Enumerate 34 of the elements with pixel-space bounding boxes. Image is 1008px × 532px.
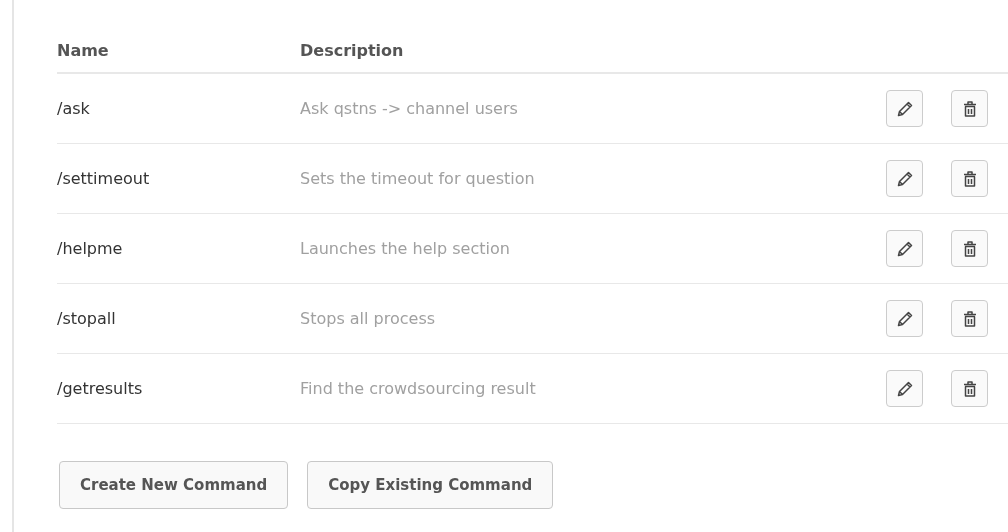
edit-button[interactable] <box>886 300 923 337</box>
edit-button[interactable] <box>886 90 923 127</box>
command-description: Launches the help section <box>300 239 511 258</box>
delete-button[interactable] <box>951 300 988 337</box>
edit-button[interactable] <box>886 370 923 407</box>
command-name: /getresults <box>57 379 144 398</box>
column-header: Name <box>57 40 110 60</box>
pencil-icon <box>895 309 914 328</box>
delete-button[interactable] <box>951 230 988 267</box>
pencil-icon <box>895 379 914 398</box>
command-description: Ask qstns -> channel users <box>300 99 519 118</box>
trash-icon <box>961 99 978 118</box>
trash-icon <box>961 169 978 188</box>
column-header: Description <box>300 40 405 60</box>
delete-button[interactable] <box>951 370 988 407</box>
command-name: /ask <box>57 99 91 118</box>
delete-button[interactable] <box>951 90 988 127</box>
delete-button[interactable] <box>951 160 988 197</box>
trash-icon <box>961 379 978 398</box>
command-description: Find the crowdsourcing result <box>300 379 537 398</box>
command-name: /settimeout <box>57 169 151 188</box>
command-button[interactable]: Copy Existing Command <box>307 461 554 509</box>
command-description: Sets the timeout for question <box>300 169 536 188</box>
pencil-icon <box>895 169 914 188</box>
edit-button[interactable] <box>886 230 923 267</box>
command-name: /stopall <box>57 309 117 328</box>
pencil-icon <box>895 99 914 118</box>
command-description: Stops all process <box>300 309 437 328</box>
command-button[interactable]: Create New Command <box>59 461 289 509</box>
pencil-icon <box>895 239 914 258</box>
trash-icon <box>961 309 978 328</box>
trash-icon <box>961 239 978 258</box>
command-name: /helpme <box>57 239 124 258</box>
edit-button[interactable] <box>886 160 923 197</box>
